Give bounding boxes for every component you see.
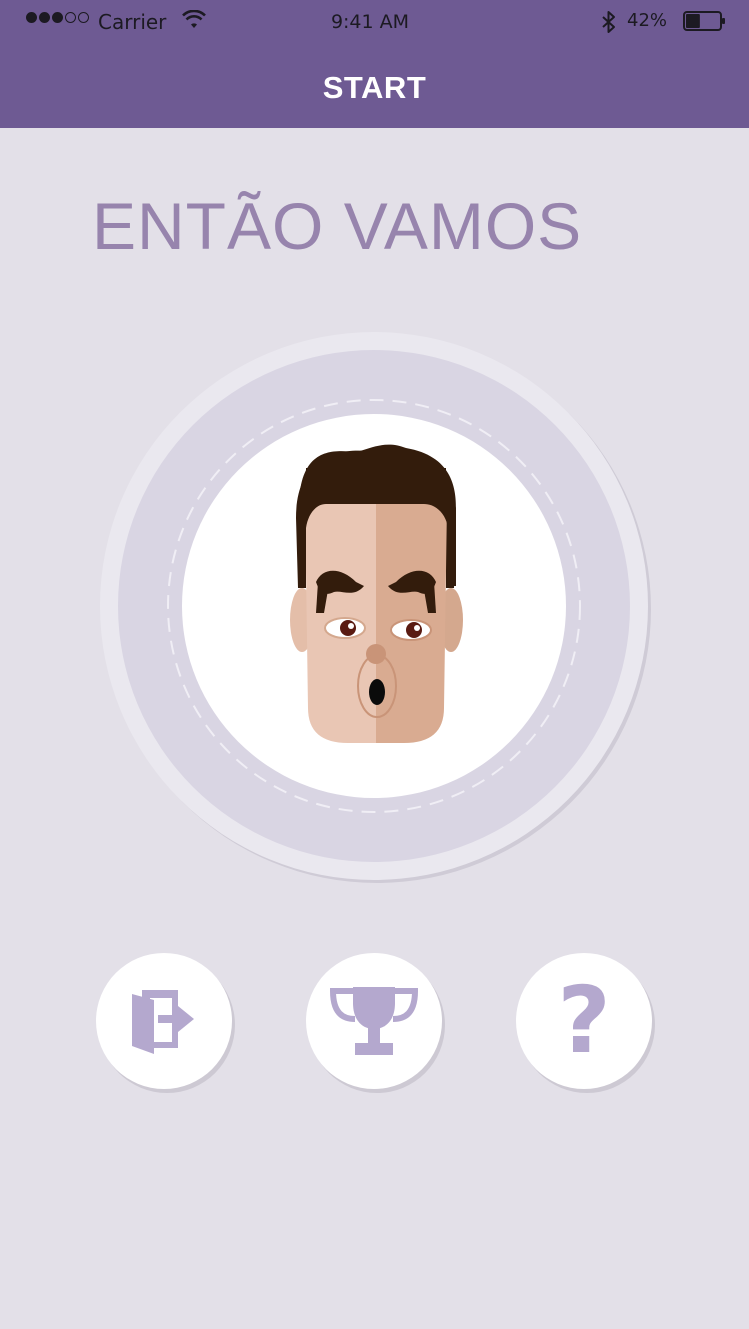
trophy-icon [329,987,419,1055]
question-mark-icon: ? [557,967,611,1074]
status-bar: Carrier 9:41 AM 42% [0,0,749,44]
help-button[interactable]: ? [516,953,652,1089]
exit-button[interactable] [96,953,232,1089]
avatar-play-button[interactable] [96,328,652,884]
start-screen: Carrier 9:41 AM 42% START ENTÃO VAMOS ? [0,0,749,1329]
cartoon-face-icon [290,444,463,743]
ranking-button[interactable] [306,953,442,1089]
door-exit-icon [132,990,194,1054]
screen-title: START [322,70,427,105]
header-bar: Carrier 9:41 AM 42% START [0,0,749,128]
headline-text: ENTÃO VAMOS [92,189,583,263]
battery-icon [683,11,725,31]
bluetooth-icon [602,11,615,33]
battery-percent: 42% [627,10,668,31]
